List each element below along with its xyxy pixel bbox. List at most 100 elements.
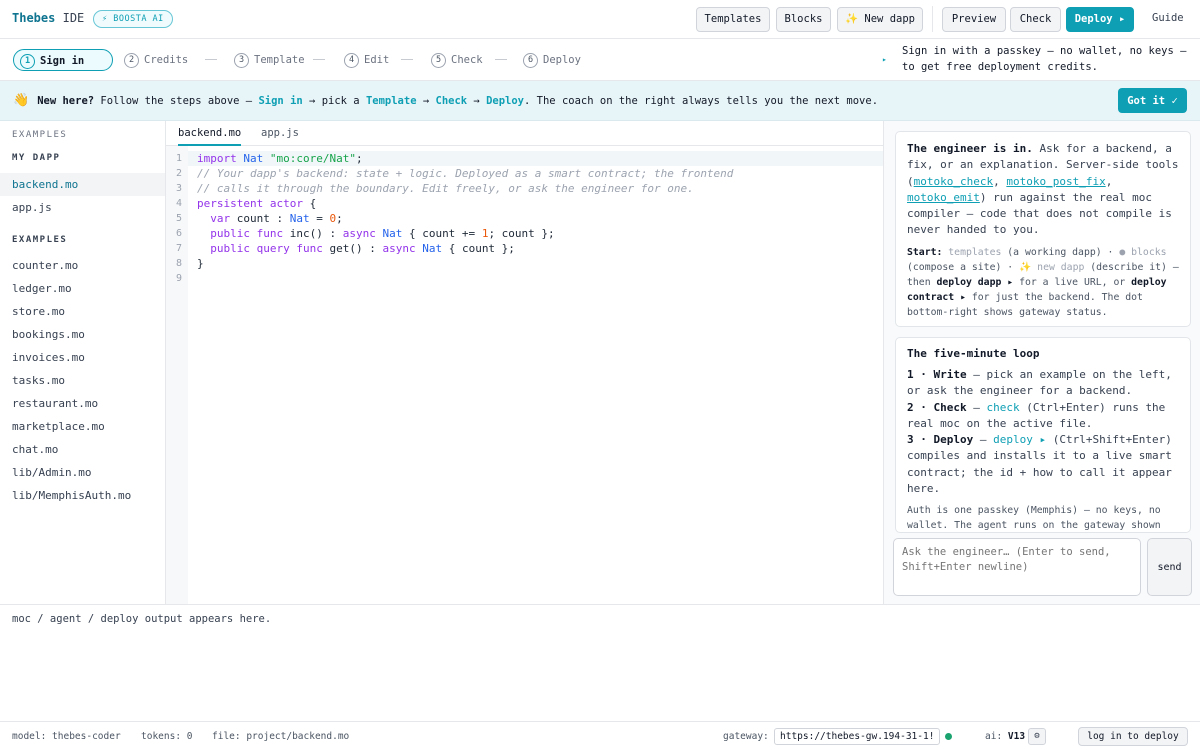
output-placeholder: moc / agent / deploy output appears here… bbox=[12, 613, 272, 625]
example-item[interactable]: ledger.mo bbox=[0, 277, 165, 300]
gear-icon[interactable]: ⚙ bbox=[1028, 728, 1046, 745]
banner-link-check[interactable]: Check bbox=[436, 95, 468, 107]
preview-button[interactable]: Preview bbox=[942, 7, 1006, 32]
line-number: 7 bbox=[175, 243, 182, 254]
tab-app-js[interactable]: app.js bbox=[261, 121, 299, 146]
line-number: 6 bbox=[175, 228, 182, 239]
coach-panel: The engineer is in. Ask for a backend, a… bbox=[883, 121, 1200, 604]
example-item[interactable]: counter.mo bbox=[0, 254, 165, 277]
banner-link-sign-in[interactable]: Sign in bbox=[258, 95, 302, 107]
code-line: import Nat "mo:core/Nat"; bbox=[197, 152, 363, 165]
code-editor[interactable]: backend.mo app.js 1 2 3 4 5 6 7 8 9 impo… bbox=[166, 121, 883, 604]
step-label: Check bbox=[451, 54, 483, 66]
steps-hint: Sign in with a passkey — no wallet, no k… bbox=[902, 45, 1187, 73]
send-button[interactable]: send bbox=[1147, 538, 1192, 596]
step-label: Template bbox=[254, 54, 305, 66]
wave-icon: 👋 bbox=[13, 93, 30, 108]
example-item[interactable]: bookings.mo bbox=[0, 323, 165, 346]
example-item[interactable]: marketplace.mo bbox=[0, 415, 165, 438]
brand-name: Thebes bbox=[12, 11, 56, 25]
banner-link-template[interactable]: Template bbox=[366, 95, 417, 107]
file-item-backend[interactable]: backend.mo bbox=[0, 173, 165, 196]
status-bar: model: thebes-coder tokens: 0 file: proj… bbox=[0, 721, 1200, 750]
blocks-button[interactable]: Blocks bbox=[776, 7, 831, 32]
tab-backend-mo[interactable]: backend.mo bbox=[178, 121, 242, 146]
banner-text-part: → bbox=[467, 95, 487, 107]
code-token: { count += bbox=[402, 227, 482, 240]
got-it-button[interactable]: Got it ✓ bbox=[1118, 88, 1187, 113]
guide-link[interactable]: Guide bbox=[1152, 12, 1184, 24]
loop-check-link[interactable]: check bbox=[986, 401, 1019, 414]
code-token: var bbox=[197, 212, 231, 225]
editor-tabs: backend.mo app.js bbox=[166, 121, 883, 146]
code-token: "mo:core/Nat" bbox=[269, 152, 356, 165]
hint-arrow-icon: ▸ bbox=[882, 55, 887, 64]
line-number: 9 bbox=[175, 273, 182, 284]
code-line: } bbox=[197, 257, 204, 270]
login-to-deploy-button[interactable]: log in to deploy bbox=[1078, 727, 1188, 746]
tool-link-motoko-post-fix[interactable]: motoko_post_fix bbox=[1006, 175, 1105, 188]
example-item[interactable]: restaurant.mo bbox=[0, 392, 165, 415]
step-credits[interactable]: 2 Credits bbox=[124, 49, 188, 71]
loop-step-text: — bbox=[973, 433, 994, 447]
tool-link-motoko-emit[interactable]: motoko_emit bbox=[907, 191, 980, 204]
new-dapp-button[interactable]: ✨ New dapp bbox=[837, 7, 923, 32]
example-item[interactable]: tasks.mo bbox=[0, 369, 165, 392]
banner-link-deploy[interactable]: Deploy bbox=[486, 95, 524, 107]
code-token: ; bbox=[355, 152, 363, 165]
example-item[interactable]: store.mo bbox=[0, 300, 165, 323]
loop-deploy-link[interactable]: deploy ▸ bbox=[993, 433, 1046, 446]
example-item[interactable]: invoices.mo bbox=[0, 346, 165, 369]
loop-steps: 1 · Write — pick an example on the left,… bbox=[907, 367, 1179, 497]
file-item-app-js[interactable]: app.js bbox=[0, 196, 165, 219]
code-token: public query func bbox=[197, 242, 323, 255]
top-bar: Thebes IDE ⚡ BOOSTA AI Templates Blocks … bbox=[0, 0, 1200, 39]
code-token: Nat bbox=[415, 242, 443, 255]
code-line: public func inc() : async Nat { count +=… bbox=[197, 227, 554, 240]
example-item[interactable]: lib/MemphisAuth.mo bbox=[0, 484, 165, 507]
output-panel: moc / agent / deploy output appears here… bbox=[0, 604, 1200, 721]
check-button[interactable]: Check bbox=[1010, 7, 1061, 32]
gateway-url-input[interactable] bbox=[774, 728, 940, 745]
coach-templates-link[interactable]: templates bbox=[942, 247, 1001, 258]
code-token: inc() : bbox=[283, 227, 343, 240]
example-item[interactable]: lib/Admin.mo bbox=[0, 461, 165, 484]
gateway-status-dot bbox=[945, 733, 952, 740]
deploy-button[interactable]: Deploy ▸ bbox=[1066, 7, 1134, 32]
code-token: Nat bbox=[243, 152, 264, 165]
coach-start-label: Start: bbox=[907, 246, 943, 258]
loop-step-text: — bbox=[966, 400, 987, 414]
step-sign-in[interactable]: 1 Sign in bbox=[13, 49, 113, 71]
banner-text-part: Follow the steps above — bbox=[94, 95, 259, 107]
step-edit[interactable]: 4 Edit bbox=[344, 49, 389, 71]
templates-button[interactable]: Templates bbox=[696, 7, 770, 32]
coach-text: for a live URL, or bbox=[1013, 276, 1132, 288]
example-item[interactable]: chat.mo bbox=[0, 438, 165, 461]
ai-label-text: ai: bbox=[985, 731, 1003, 742]
coach-deploy-dapp: deploy dapp ▸ bbox=[936, 276, 1014, 288]
banner-text-part: → bbox=[416, 95, 436, 107]
loop-step-deploy: 3 · Deploy — deploy ▸ (Ctrl+Shift+Enter)… bbox=[907, 432, 1179, 497]
coach-new-dapp-link[interactable]: ✨ new dapp bbox=[1019, 262, 1084, 273]
code-token: Nat bbox=[289, 212, 310, 225]
code-line: var count : Nat = 0; bbox=[197, 212, 343, 225]
ai-label: ai: V13 bbox=[985, 731, 1025, 742]
coach-blocks-link[interactable]: ● blocks bbox=[1119, 247, 1166, 258]
line-number: 4 bbox=[175, 198, 182, 209]
step-number: 2 bbox=[124, 53, 139, 68]
tool-link-motoko-check[interactable]: motoko_check bbox=[914, 175, 993, 188]
ask-engineer-input[interactable] bbox=[893, 538, 1141, 596]
sidebar-heading-examples: EXAMPLES bbox=[12, 235, 68, 245]
line-number: 3 bbox=[175, 183, 182, 194]
step-deploy[interactable]: 6 Deploy bbox=[523, 49, 581, 71]
step-template[interactable]: 3 Template bbox=[234, 49, 305, 71]
code-token: { count }; bbox=[442, 242, 515, 255]
code-comment: // Your dapp's backend: state + logic. D… bbox=[197, 167, 734, 180]
welcome-banner: 👋 New here? Follow the steps above — Sign… bbox=[0, 81, 1200, 121]
sidebar-heading-my-dapp: MY DAPP bbox=[12, 153, 61, 163]
step-check[interactable]: 5 Check bbox=[431, 49, 483, 71]
coach-text: (a working dapp) · bbox=[1001, 246, 1120, 258]
status-tokens: tokens: 0 bbox=[141, 731, 193, 742]
step-number: 3 bbox=[234, 53, 249, 68]
code-token: async bbox=[382, 242, 416, 255]
